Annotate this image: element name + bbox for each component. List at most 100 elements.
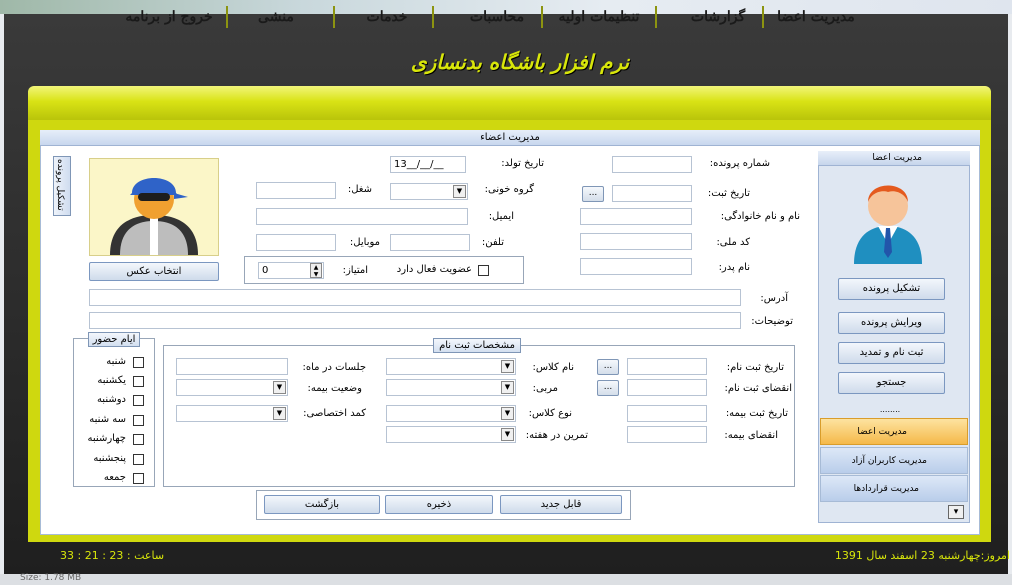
reg-expire-label: انقضای ثبت نام: (724, 383, 792, 394)
name-input[interactable] (580, 208, 692, 225)
chevron-down-icon[interactable]: ▼ (501, 381, 514, 394)
mobile-input[interactable] (256, 234, 336, 251)
phone-input[interactable] (390, 234, 470, 251)
panel-title: مدیریت اعضاء (40, 130, 980, 146)
reg-expire-picker-button[interactable]: ... (597, 380, 619, 396)
menu-separator (432, 6, 434, 28)
day-checkbox[interactable] (133, 376, 144, 387)
menu-separator (762, 6, 764, 28)
description-input[interactable] (89, 312, 741, 329)
menu-members[interactable]: مدیریت اعضا (768, 6, 864, 28)
sessions-input[interactable] (176, 358, 288, 375)
reg-date-picker-button[interactable]: ... (582, 186, 604, 202)
score-label: امتیاز: (342, 265, 368, 276)
day-label: یکشنبه (97, 375, 126, 386)
blood-group-label: گروه خونی: (484, 184, 534, 195)
menu-exit[interactable]: خروج از برنامه (116, 6, 222, 28)
select-photo-button[interactable]: انتخاب عکس (89, 262, 219, 281)
class-name-select[interactable]: ▼ (386, 358, 516, 375)
locker-select[interactable]: ▼ (176, 405, 288, 422)
birth-date-input[interactable]: 13__/__/__ (390, 156, 466, 173)
reg-date-input[interactable] (612, 185, 692, 202)
job-input[interactable] (256, 182, 336, 199)
insurance-expire-input[interactable] (627, 426, 707, 443)
days-title: ایام حضور (88, 332, 140, 347)
status-date: امروز:چهارشنبه 23 اسفند سال 1391 (834, 549, 1010, 562)
reg-start-input[interactable] (627, 358, 707, 375)
save-button[interactable]: ذخیره (385, 495, 493, 514)
nav-contracts[interactable]: مدیریت قراردادها (820, 475, 968, 502)
reg-date-label: تاریخ ثبت: (707, 188, 750, 199)
businessman-icon (854, 185, 922, 264)
day-checkbox[interactable] (133, 434, 144, 445)
day-checkbox[interactable] (133, 395, 144, 406)
bottom-strip: Size: 1.78 MB (0, 573, 1012, 585)
menu-secretary[interactable]: منشی (250, 6, 302, 28)
sidebar-menu-chevron-icon[interactable]: ▾ (948, 505, 964, 519)
email-label: ایمیل: (488, 211, 514, 222)
menu-separator (226, 6, 228, 28)
tab-label: تشکیل پرونده (55, 159, 65, 211)
day-checkbox[interactable] (133, 357, 144, 368)
class-type-label: نوع کلاس: (528, 408, 572, 419)
sidebar-splitter[interactable]: ........ (870, 406, 910, 414)
day-checkbox[interactable] (133, 473, 144, 484)
chevron-down-icon[interactable]: ▼ (501, 360, 514, 373)
registration-title: مشخصات ثبت نام (433, 338, 521, 353)
chevron-down-icon[interactable]: ▼ (501, 407, 514, 420)
menu-separator (333, 6, 335, 28)
phone-label: تلفن: (481, 237, 504, 248)
address-input[interactable] (89, 289, 741, 306)
day-label: سه شنبه (89, 414, 126, 425)
status-time: ساعت : 23 : 21 : 33 (60, 549, 165, 562)
national-code-input[interactable] (580, 233, 692, 250)
day-checkbox[interactable] (133, 454, 144, 465)
insurance-date-label: تاریخ ثبت بیمه: (725, 408, 788, 419)
menu-separator (655, 6, 657, 28)
menu-separator (541, 6, 543, 28)
blood-group-select[interactable]: ▼ (390, 183, 468, 200)
father-name-input[interactable] (580, 258, 692, 275)
day-label: شنبه (106, 356, 126, 367)
chevron-down-icon[interactable]: ▼ (453, 185, 466, 198)
search-button[interactable]: جستجو (838, 372, 945, 394)
menu-reports[interactable]: گزارشات (680, 6, 756, 28)
nav-members[interactable]: مدیریت اعضا (820, 418, 968, 445)
email-input[interactable] (256, 208, 468, 225)
name-label: نام و نام خانوادگی: (720, 211, 800, 222)
menu-calculations[interactable]: محاسبات (458, 6, 536, 28)
day-label: پنجشنبه (93, 453, 126, 464)
birth-date-label: تاریخ تولد: (501, 158, 544, 169)
register-renew-button[interactable]: ثبت نام و تمدید (838, 342, 945, 364)
day-checkbox[interactable] (133, 415, 144, 426)
reg-expire-input[interactable] (627, 379, 707, 396)
score-spinner[interactable]: ▲ ▼ (310, 263, 322, 278)
insurance-date-input[interactable] (627, 405, 707, 422)
reg-start-label: تاریخ ثبت نام: (726, 362, 784, 373)
class-type-select[interactable]: ▼ (386, 405, 516, 422)
edit-file-button[interactable]: ویرایش پرونده (838, 312, 945, 334)
create-file-button[interactable]: تشکیل پرونده (838, 278, 945, 300)
app-title: نرم افزار باشگاه بدنسازی (410, 50, 630, 74)
nav-free-users[interactable]: مدیریت کاربران آزاد (820, 447, 968, 474)
tab-create-file[interactable]: تشکیل پرونده (53, 156, 71, 216)
national-code-label: کد ملی: (716, 237, 750, 248)
file-number-input[interactable] (612, 156, 692, 173)
back-button[interactable]: بازگشت (264, 495, 380, 514)
active-member-checkbox[interactable] (478, 265, 489, 276)
menu-services[interactable]: خدمات (356, 6, 418, 28)
chevron-down-icon[interactable]: ▼ (273, 407, 286, 420)
new-button[interactable]: قابل جدید (500, 495, 622, 514)
class-name-label: نام کلاس: (532, 362, 574, 373)
menu-settings[interactable]: تنظیمات اولیه (548, 6, 650, 28)
description-label: توضیحات: (751, 316, 793, 327)
day-label: جمعه (103, 472, 126, 483)
coach-select[interactable]: ▼ (386, 379, 516, 396)
weekly-training-label: تمرین در هفته: (525, 430, 588, 441)
chevron-down-icon[interactable]: ▼ (273, 381, 286, 394)
insurance-status-select[interactable]: ▼ (176, 379, 288, 396)
reg-start-picker-button[interactable]: ... (597, 359, 619, 375)
chevron-down-icon[interactable]: ▼ (501, 428, 514, 441)
weekly-training-select[interactable]: ▼ (386, 426, 516, 443)
father-name-label: نام پدر: (718, 262, 750, 273)
